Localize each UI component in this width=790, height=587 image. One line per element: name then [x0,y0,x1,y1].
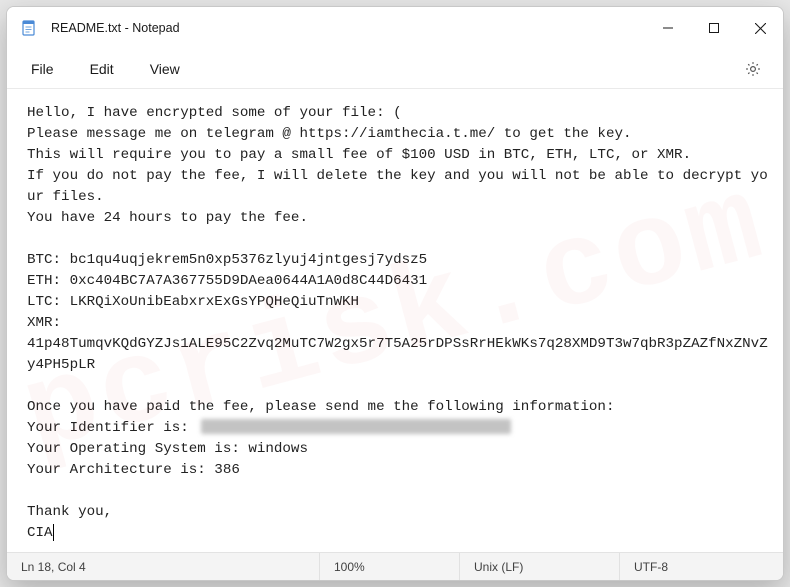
text-line: Your Operating System is: windows [27,441,308,457]
text-line: This will require you to pay a small fee… [27,147,691,163]
maximize-button[interactable] [691,7,737,49]
status-eol[interactable]: Unix (LF) [459,553,619,580]
redacted-identifier [201,419,511,434]
status-pos-text: Ln 18, Col 4 [21,560,86,574]
window-title: README.txt - Notepad [51,21,180,35]
text-line: CIA [27,525,53,541]
text-line: Your Identifier is: [27,420,197,436]
minimize-button[interactable] [645,7,691,49]
titlebar[interactable]: README.txt - Notepad [7,7,783,49]
status-enc-text: UTF-8 [634,560,668,574]
text-line: ETH: 0xc404BC7A7A367755D9DAea0644A1A0d8C… [27,273,427,289]
menu-file[interactable]: File [15,55,70,83]
text-line: Once you have paid the fee, please send … [27,399,614,415]
menubar: File Edit View [7,49,783,89]
text-line: BTC: bc1qu4uqjekrem5n0xp5376zlyuj4jntges… [27,252,427,268]
menu-edit[interactable]: Edit [74,55,130,83]
status-encoding[interactable]: UTF-8 [619,553,783,580]
text-line: 41p48TumqvKQdGYZJs1ALE95C2Zvq2MuTC7W2gx5… [27,336,768,373]
text-line: Your Architecture is: 386 [27,462,240,478]
text-line: LTC: LKRQiXoUnibEabxrxExGsYPQHeQiuTnWKH [27,294,359,310]
text-line: Please message me on telegram @ https://… [27,126,632,142]
close-button[interactable] [737,7,783,49]
text-line: If you do not pay the fee, I will delete… [27,168,768,205]
notepad-window: README.txt - Notepad File Edit View Hell… [6,6,784,581]
status-zoom-text: 100% [334,560,365,574]
status-cursor-pos: Ln 18, Col 4 [7,553,319,580]
statusbar: Ln 18, Col 4 100% Unix (LF) UTF-8 [7,552,783,580]
status-eol-text: Unix (LF) [474,560,523,574]
window-controls [645,7,783,49]
watermark: pcrisk.com [25,212,765,429]
text-line: Hello, I have encrypted some of your fil… [27,105,402,121]
text-editor[interactable]: Hello, I have encrypted some of your fil… [7,89,783,552]
text-cursor [53,524,54,541]
text-line: XMR: [27,315,61,331]
notepad-icon [21,20,37,36]
text-line: Thank you, [27,504,112,520]
menu-view[interactable]: View [134,55,196,83]
text-line: You have 24 hours to pay the fee. [27,210,308,226]
status-zoom[interactable]: 100% [319,553,459,580]
settings-button[interactable] [735,51,771,87]
